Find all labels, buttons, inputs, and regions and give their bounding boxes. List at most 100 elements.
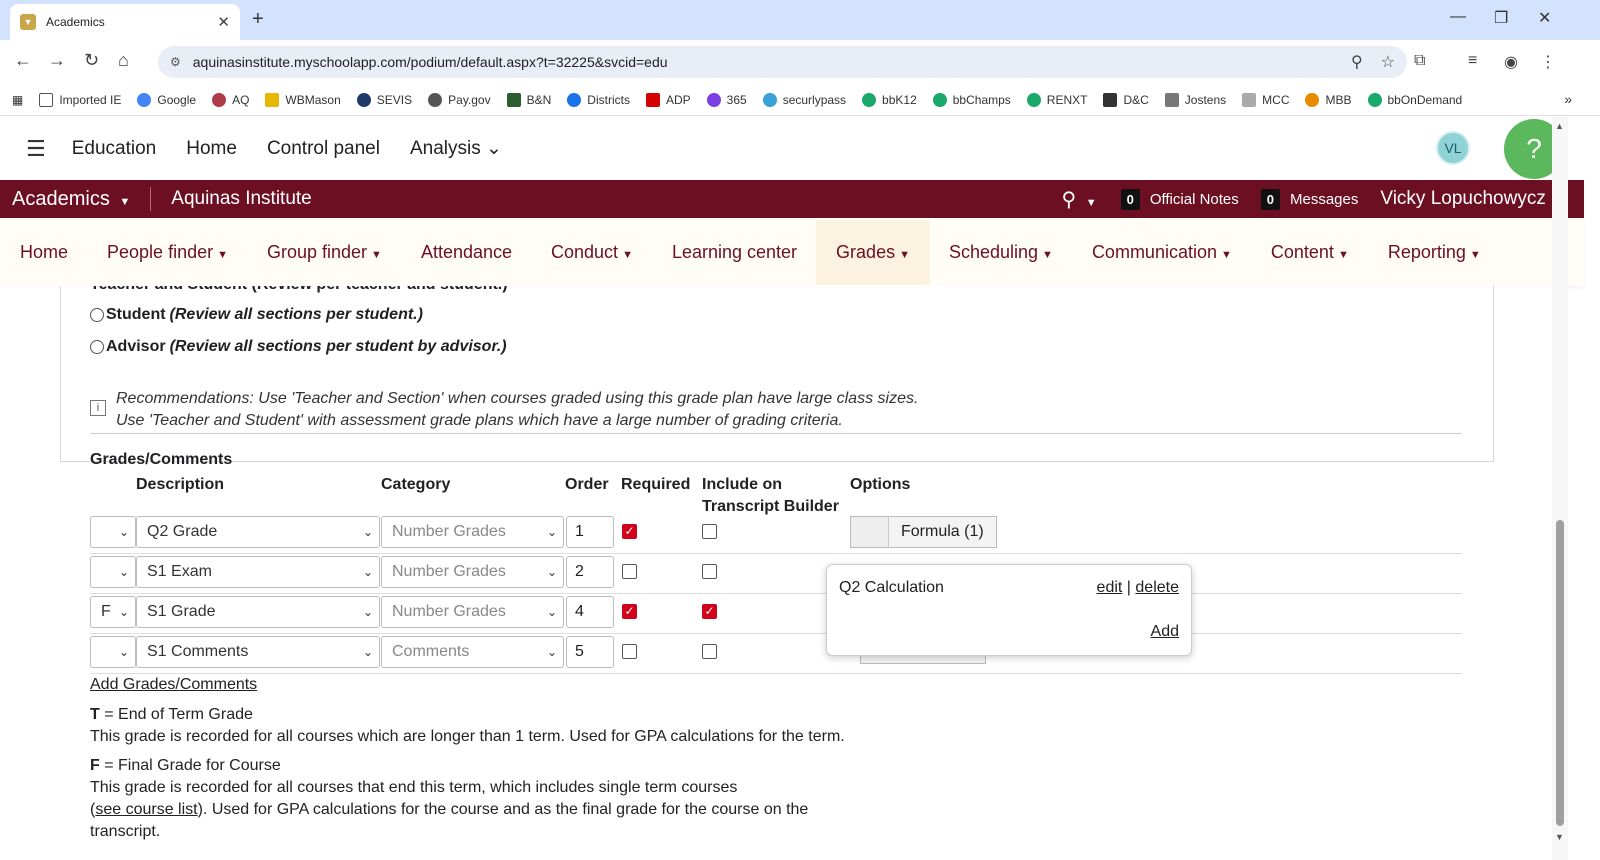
grade-type-select[interactable]: ⌄ [90, 556, 136, 588]
home-icon[interactable]: ⌂ [118, 50, 129, 71]
subnav-learning-center[interactable]: Learning center [672, 242, 797, 263]
edit-link[interactable]: edit [1097, 579, 1123, 596]
bookmark[interactable]: securlypass [762, 92, 846, 107]
category-select[interactable]: Number Grades ⌄ [381, 516, 564, 548]
category-select[interactable]: Number Grades ⌄ [381, 556, 564, 588]
hamburger-menu-icon[interactable]: ☰ [26, 136, 46, 162]
address-bar[interactable]: ⚙ aquinasinstitute.myschoolapp.com/podiu… [158, 46, 1407, 78]
bookmark[interactable]: RENXT [1026, 92, 1087, 107]
required-checkbox[interactable] [622, 644, 637, 659]
reload-icon[interactable]: ↻ [84, 50, 99, 71]
required-checkbox[interactable] [622, 564, 637, 579]
restore-icon[interactable]: ❐ [1494, 8, 1508, 28]
back-icon[interactable]: ← [14, 50, 32, 71]
subnav-people-finder[interactable]: People finder ▼ [107, 242, 228, 263]
nav-home[interactable]: Home [186, 138, 237, 160]
transcript-checkbox[interactable]: ✓ [702, 604, 717, 619]
description-select[interactable]: S1 Comments ⌄ [136, 636, 380, 668]
order-input[interactable]: 4 [566, 596, 614, 628]
subnav-grades[interactable]: Grades ▼ [816, 219, 930, 285]
bookmark[interactable]: MCC [1242, 92, 1289, 107]
bookmark[interactable]: ADP [645, 92, 691, 107]
subnav-conduct[interactable]: Conduct ▼ [551, 242, 633, 263]
official-notes-link[interactable]: Official Notes [1150, 191, 1239, 208]
subnav-scheduling[interactable]: Scheduling ▼ [949, 242, 1053, 263]
bookmark[interactable]: bbChamps [932, 92, 1011, 107]
description-select[interactable]: Q2 Grade ⌄ [136, 516, 380, 548]
bookmark[interactable]: SEVIS [356, 92, 412, 107]
transcript-checkbox[interactable] [702, 564, 717, 579]
order-input[interactable]: 2 [566, 556, 614, 588]
description-select[interactable]: S1 Grade ⌄ [136, 596, 380, 628]
bookmark[interactable]: 365 [706, 92, 747, 107]
nav-control-panel[interactable]: Control panel [267, 138, 380, 160]
bookmark[interactable]: WBMason [265, 92, 341, 107]
bookmark[interactable]: D&C [1103, 92, 1149, 107]
subnav-content[interactable]: Content ▼ [1271, 242, 1349, 263]
transcript-checkbox[interactable] [702, 524, 717, 539]
close-tab-icon[interactable]: ✕ [217, 13, 230, 31]
avatar[interactable]: VL [1436, 131, 1470, 165]
add-link[interactable]: Add [1151, 623, 1179, 641]
bookmark[interactable]: MBB [1305, 92, 1352, 107]
transcript-checkbox[interactable] [702, 644, 717, 659]
user-menu[interactable]: Vicky Lopuchowycz ▼ [1380, 188, 1566, 210]
scroll-down-icon[interactable]: ▼ [1555, 832, 1564, 842]
minimize-icon[interactable]: — [1450, 8, 1466, 26]
order-input[interactable]: 1 [566, 516, 614, 548]
bookmark[interactable]: Imported IE [39, 92, 121, 107]
bookmark[interactable]: bbK12 [862, 92, 917, 107]
new-tab-button[interactable]: + [252, 8, 264, 31]
close-window-icon[interactable]: ✕ [1538, 8, 1551, 28]
category-select[interactable]: Number Grades ⌄ [381, 596, 564, 628]
nav-education[interactable]: Education [72, 138, 157, 160]
review-option-teacher-student[interactable]: Teacher and Student (Review per teacher … [90, 286, 508, 294]
star-icon[interactable]: ☆ [1381, 52, 1395, 72]
scrollbar-thumb[interactable] [1556, 520, 1564, 826]
grade-type-select[interactable]: ⌄ [90, 516, 136, 548]
site-info-icon[interactable]: ⚙ [170, 55, 181, 69]
scroll-up-icon[interactable]: ▲ [1555, 121, 1564, 131]
review-option-student[interactable]: Student (Review all sections per student… [90, 306, 423, 324]
grade-type-select[interactable]: F ⌄ [90, 596, 136, 628]
required-checkbox[interactable]: ✓ [622, 524, 637, 539]
add-grades-comments-link[interactable]: Add Grades/Comments [90, 676, 257, 694]
delete-link[interactable]: delete [1135, 579, 1179, 596]
media-icon[interactable]: ≡ [1468, 52, 1477, 70]
apps-icon[interactable]: ▦ [12, 93, 23, 107]
forward-icon[interactable]: → [48, 50, 66, 71]
url-text[interactable]: aquinasinstitute.myschoolapp.com/podium/… [193, 54, 1333, 70]
subnav-group-finder[interactable]: Group finder ▼ [267, 242, 382, 263]
bookmark[interactable]: B&N [506, 92, 551, 107]
formula-button[interactable]: Formula (1) [850, 516, 997, 548]
subnav-home[interactable]: Home [20, 242, 68, 263]
grade-type-select[interactable]: ⌄ [90, 636, 136, 668]
subnav-reporting[interactable]: Reporting ▼ [1388, 242, 1481, 263]
search-tabs-icon[interactable]: ⧉ [1414, 52, 1425, 70]
search-icon[interactable]: ⚲ ▼ [1061, 187, 1096, 212]
subnav-communication[interactable]: Communication ▼ [1092, 242, 1232, 263]
radio-student[interactable] [90, 308, 104, 322]
bookmark[interactable]: Pay.gov [428, 92, 491, 107]
messages-link[interactable]: Messages [1290, 191, 1358, 208]
bookmark[interactable]: Google [137, 92, 196, 107]
module-selector[interactable]: Academics ▼ [0, 187, 152, 211]
bookmark[interactable]: AQ [212, 92, 249, 107]
category-select[interactable]: Comments ⌄ [381, 636, 564, 668]
review-option-advisor[interactable]: Advisor (Review all sections per student… [90, 338, 507, 356]
more-bookmarks-icon[interactable]: » [1564, 91, 1572, 107]
browser-tab[interactable]: ▼ Academics ✕ [10, 4, 240, 40]
bookmark[interactable]: Districts [567, 92, 630, 107]
profile-icon[interactable]: ◉ [1504, 52, 1518, 72]
menu-icon[interactable]: ⋮ [1540, 52, 1556, 72]
order-input[interactable]: 5 [566, 636, 614, 668]
nav-analysis[interactable]: Analysis ⌄ [410, 137, 502, 160]
bookmark[interactable]: bbOnDemand [1367, 92, 1462, 107]
radio-advisor[interactable] [90, 340, 104, 354]
zoom-icon[interactable]: ⚲ [1351, 52, 1363, 72]
description-select[interactable]: S1 Exam ⌄ [136, 556, 380, 588]
see-course-list-link[interactable]: see course list [95, 801, 197, 818]
required-checkbox[interactable]: ✓ [622, 604, 637, 619]
vertical-scrollbar[interactable]: ▲ ▼ [1552, 117, 1568, 860]
bookmark[interactable]: Jostens [1164, 92, 1226, 107]
